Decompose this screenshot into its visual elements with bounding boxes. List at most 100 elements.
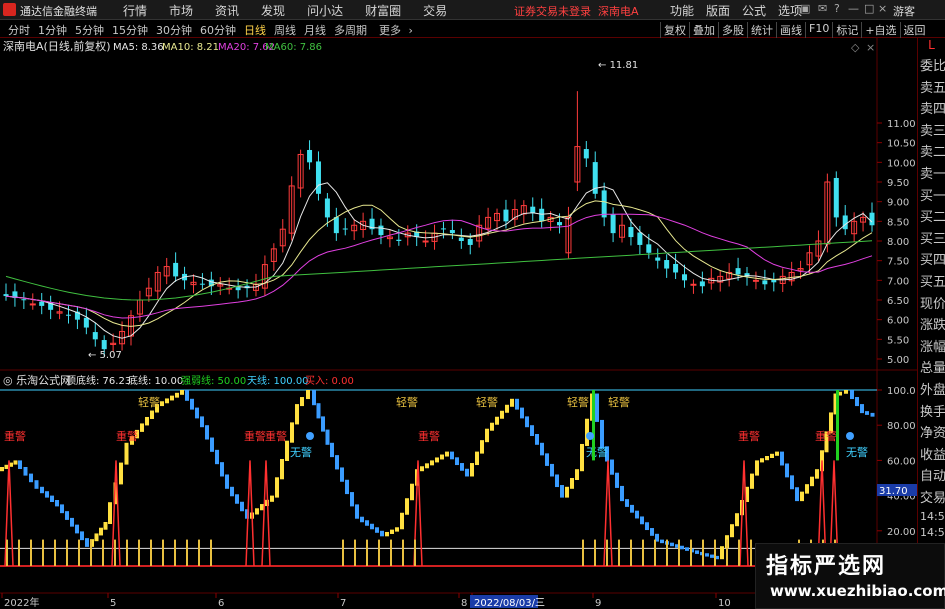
candle-body xyxy=(690,283,697,286)
menu-item-caifuquan[interactable]: 财富圈 xyxy=(354,2,412,19)
pane-close-icon[interactable]: × xyxy=(866,41,875,54)
menu-item-gongshi[interactable]: 公式 xyxy=(736,2,772,19)
tab-monthly[interactable]: 月线 xyxy=(300,22,330,38)
skin-icon[interactable]: ▣ xyxy=(800,2,810,15)
quote-panel-item[interactable]: 自动 xyxy=(918,466,945,488)
tab-more[interactable]: 更多 › xyxy=(371,22,417,38)
quote-panel-item[interactable]: 卖三 xyxy=(918,121,945,143)
tool-huaxian[interactable]: 画线 xyxy=(776,22,805,38)
tab-15min[interactable]: 15分钟 xyxy=(108,22,152,38)
oscillator-segment xyxy=(850,390,854,400)
menu-item-shichang[interactable]: 市场 xyxy=(158,2,204,19)
oscillator-segment xyxy=(610,459,614,475)
quote-panel-item[interactable]: 买四 xyxy=(918,250,945,272)
bottom-bar xyxy=(726,539,728,566)
oscillator-segment xyxy=(108,502,112,524)
quote-panel-item[interactable]: 收益 xyxy=(918,445,945,467)
menu-item-faxian[interactable]: 发现 xyxy=(250,2,296,19)
kline-chart[interactable]: 深南电A(日线,前复权) MA5: 8.36MA10: 8.21MA20: 7.… xyxy=(0,38,917,609)
quote-panel-item[interactable]: 总量 xyxy=(918,358,945,380)
maximize-icon[interactable]: □ xyxy=(864,2,874,15)
menu-item-hangqing[interactable]: 行情 xyxy=(112,2,158,19)
tool-back[interactable]: 返回 xyxy=(899,22,929,38)
oscillator-segment xyxy=(630,504,634,513)
panel-level-label[interactable]: L xyxy=(918,38,945,56)
quote-panel-item[interactable]: 涨幅 xyxy=(918,337,945,359)
date-tick-label: 6 xyxy=(218,598,224,609)
tab-5min[interactable]: 5分钟 xyxy=(71,22,108,38)
menu-item-jiaoyi[interactable]: 交易 xyxy=(412,2,458,19)
tab-1min[interactable]: 1分钟 xyxy=(34,22,71,38)
tab-daily[interactable]: 日线 xyxy=(240,22,270,38)
oscillator-segment xyxy=(535,434,539,445)
oscillator-segment xyxy=(575,469,579,480)
quote-panel-item[interactable]: 买五 xyxy=(918,272,945,294)
quote-panel-item[interactable]: 换手 xyxy=(918,402,945,424)
quote-panel-item[interactable]: 净资 xyxy=(918,423,945,445)
tab-30min[interactable]: 30分钟 xyxy=(152,22,196,38)
quote-panel-item[interactable]: 交易 xyxy=(918,488,945,510)
oscillator-segment xyxy=(705,553,709,557)
moving-average-lines xyxy=(5,182,873,339)
close-icon[interactable]: × xyxy=(878,2,887,15)
quote-panel-item[interactable]: 买三 xyxy=(918,229,945,251)
quote-panel-item[interactable]: 14:56 xyxy=(918,509,945,525)
oscillator-segment xyxy=(445,451,449,457)
tab-fenshi[interactable]: 分时 xyxy=(4,22,34,38)
guest-label[interactable]: 游客 xyxy=(893,3,915,19)
oscillator-segment xyxy=(195,407,199,419)
strength-bar xyxy=(592,390,595,461)
oscillator-segment xyxy=(560,485,564,498)
quote-panel-item[interactable]: 14:56 xyxy=(918,525,945,541)
minimize-icon[interactable]: — xyxy=(848,2,859,15)
quote-panel-item[interactable]: 买一 xyxy=(918,186,945,208)
mail-icon[interactable]: ✉ xyxy=(818,2,827,15)
oscillator-segment xyxy=(170,395,174,401)
oscillator-segment xyxy=(355,504,359,519)
question-icon[interactable]: ? xyxy=(834,2,840,15)
tab-60min[interactable]: 60分钟 xyxy=(196,22,240,38)
tool-f10[interactable]: F10 xyxy=(805,22,832,38)
indicator-label: 买入: 0.00 xyxy=(305,375,354,387)
candle-body xyxy=(396,239,402,241)
quote-panel-item[interactable]: 现价 xyxy=(918,294,945,316)
ma-label: MA10: 8.21 xyxy=(162,42,219,53)
strength-bar xyxy=(836,390,839,461)
quote-panel-item[interactable]: 涨跌 xyxy=(918,315,945,337)
menu-item-zixun[interactable]: 资讯 xyxy=(204,2,250,19)
price-tick-label: 6.00 xyxy=(887,316,909,327)
oscillator-segment xyxy=(565,486,569,498)
tool-biaoji[interactable]: 标记 xyxy=(832,22,861,38)
quote-panel-item[interactable]: 外盘 xyxy=(918,380,945,402)
tool-diejia[interactable]: 叠加 xyxy=(689,22,718,38)
date-tick-label: 2022/08/03/三 xyxy=(474,598,545,609)
oscillator-segment xyxy=(805,484,809,494)
menu-item-wenxiaoda[interactable]: 问小达 xyxy=(296,2,354,19)
candle-body xyxy=(673,263,679,273)
warning-label: 重警 xyxy=(265,429,287,443)
indicator-tick-label: 20.00 xyxy=(887,527,916,538)
quote-panel-item[interactable]: 卖四 xyxy=(918,99,945,121)
quote-panel-item[interactable]: 卖一 xyxy=(918,164,945,186)
tool-add-watchlist[interactable]: +自选 xyxy=(861,22,899,38)
oscillator-segment xyxy=(140,423,144,432)
tab-weekly[interactable]: 周线 xyxy=(270,22,300,38)
indicator-axis: 100.080.0060.0040.0020.00 xyxy=(877,386,916,538)
menu-item-gongneng[interactable]: 功能 xyxy=(664,2,700,19)
pane-settings-icon[interactable]: ◇ xyxy=(851,41,860,54)
oscillator-segment xyxy=(165,398,169,404)
bottom-bar xyxy=(642,539,644,566)
warning-label: 重警 xyxy=(116,429,138,443)
tab-multi-period[interactable]: 多周期 xyxy=(330,22,371,38)
quote-panel-item[interactable]: 买二 xyxy=(918,207,945,229)
trade-login-warning[interactable]: 证券交易未登录 深南电A xyxy=(514,3,639,19)
tool-tongji[interactable]: 统计 xyxy=(747,22,776,38)
quote-panel-item[interactable]: 卖二 xyxy=(918,142,945,164)
oscillator-segment xyxy=(595,393,599,422)
menu-item-banmian[interactable]: 版面 xyxy=(700,2,736,19)
quote-panel-item[interactable]: 委比 xyxy=(918,56,945,78)
quote-panel-item[interactable]: 卖五 xyxy=(918,78,945,100)
tool-fuquan[interactable]: 复权 xyxy=(660,22,689,38)
tool-duogu[interactable]: 多股 xyxy=(718,22,747,38)
warning-label: 轻警 xyxy=(138,395,160,409)
